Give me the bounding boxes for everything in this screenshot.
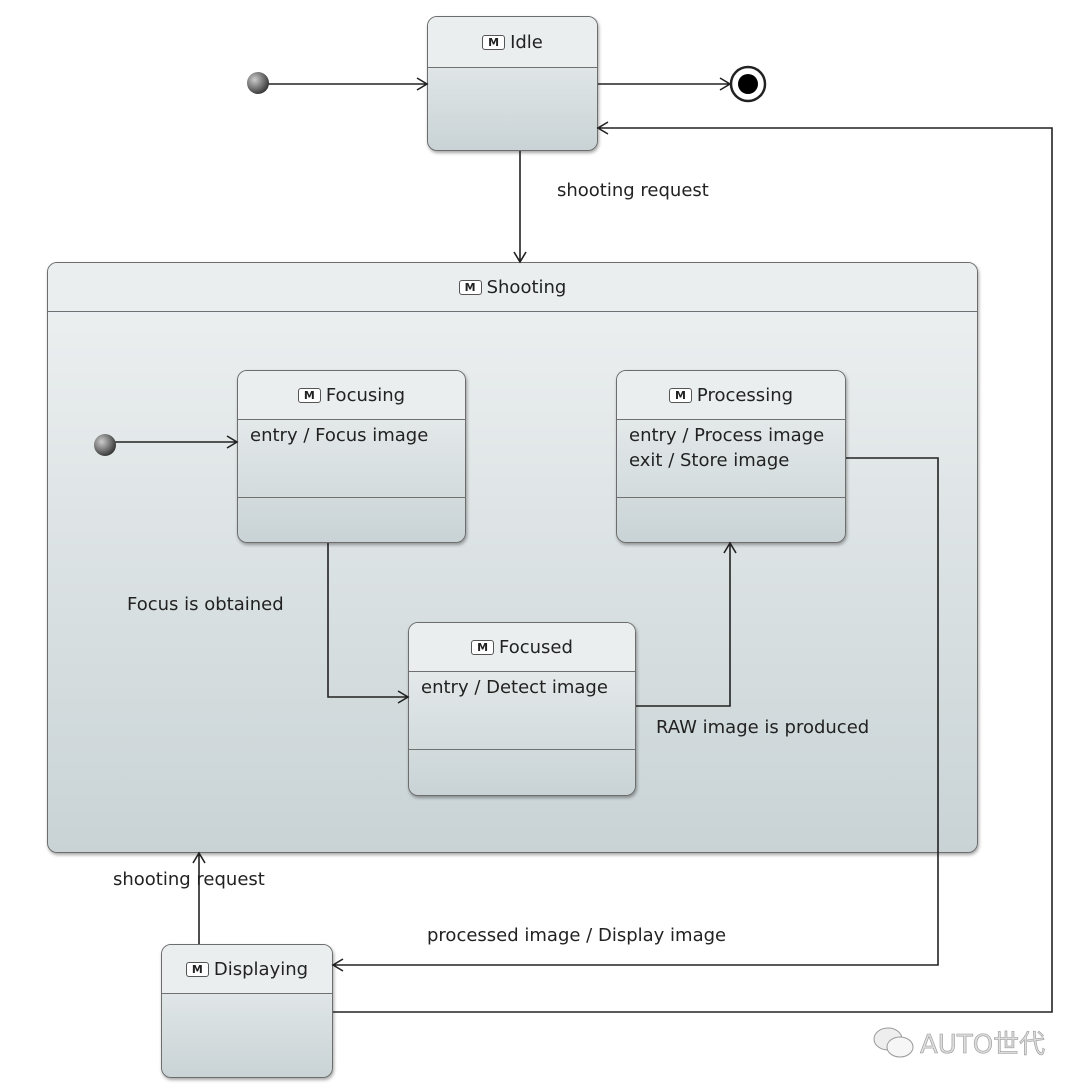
- transition-label: shooting request: [113, 869, 265, 890]
- transition-label: Focus is obtained: [127, 594, 284, 615]
- transition-focused-to-processing: [636, 541, 737, 707]
- wechat-icon: [873, 1027, 914, 1057]
- transition-initial-to-idle: [262, 77, 429, 91]
- watermark: AUTO世代: [872, 1024, 1045, 1061]
- transition-idle-to-final: [598, 77, 732, 91]
- final-state: [729, 65, 767, 103]
- transition-initial-to-focusing: [110, 435, 239, 449]
- transition-label: processed image / Display image: [427, 925, 727, 946]
- transition-processing-to-displaying: [331, 457, 939, 972]
- transition-displaying-to-shooting: [192, 851, 206, 944]
- transition-focusing-to-focused: [327, 543, 410, 704]
- transition-displaying-to-idle: [333, 121, 1053, 1013]
- initial-pseudostate: [247, 72, 269, 94]
- transition-label: shooting request: [557, 180, 709, 201]
- transition-label: RAW image is produced: [656, 717, 870, 738]
- transition-idle-to-shooting: [513, 151, 527, 264]
- initial-pseudostate-shooting: [94, 434, 116, 456]
- state-diagram: M Shooting M Idle M Focusing entry / Focus …: [0, 0, 1080, 1090]
- watermark-text: AUTO世代: [920, 1030, 1046, 1061]
